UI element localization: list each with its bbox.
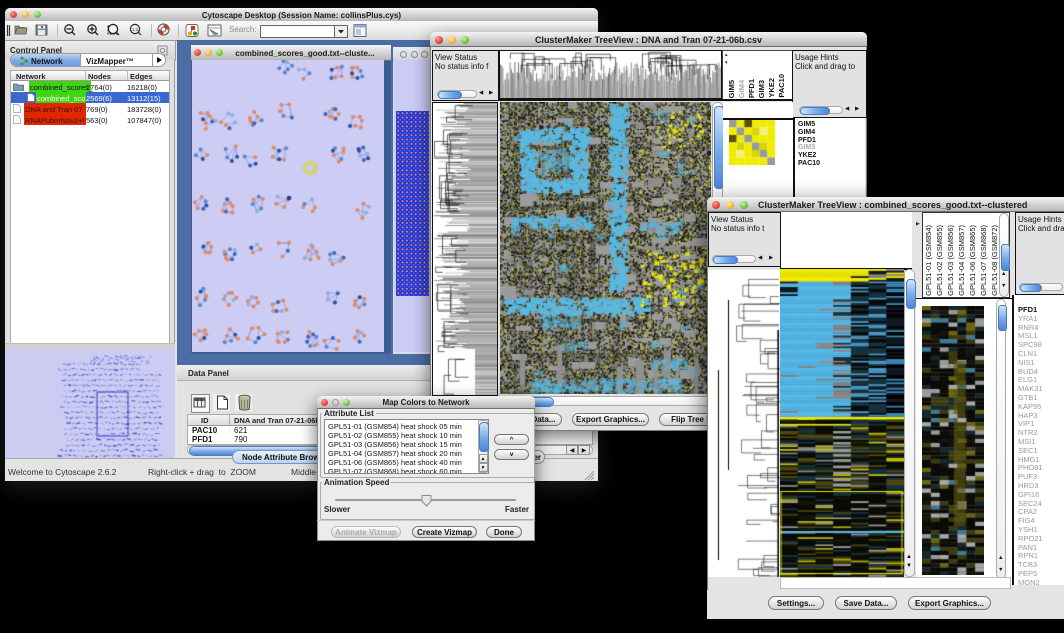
svg-text:Search:: Search: (229, 25, 257, 34)
svg-text:1:1: 1:1 (132, 27, 139, 32)
